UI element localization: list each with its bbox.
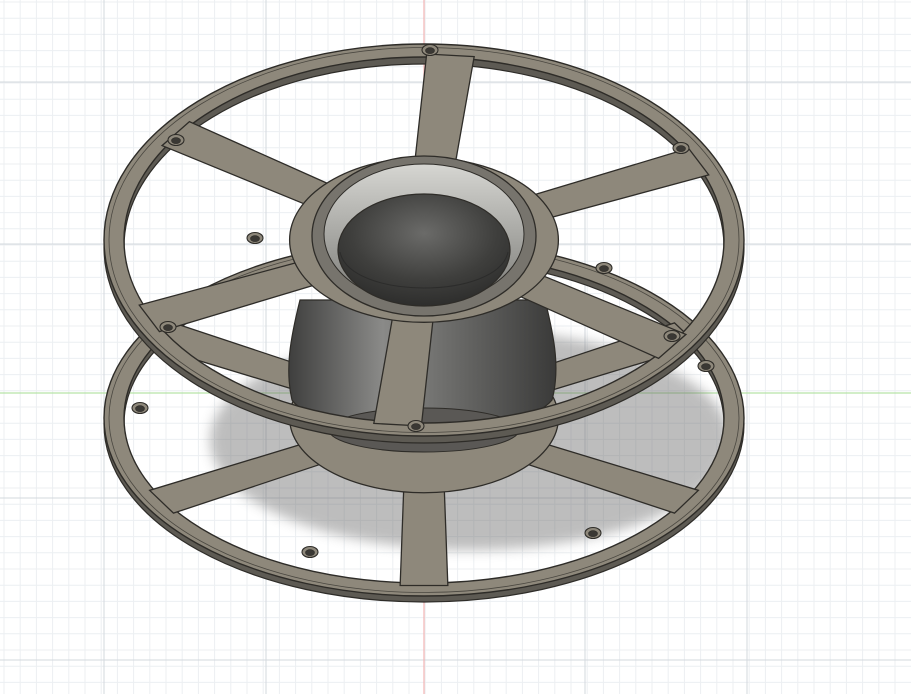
top-flange-hole-3-bore (676, 145, 686, 152)
hub-opening[interactable] (311, 155, 537, 317)
cad-scene[interactable] (0, 0, 911, 694)
top-flange-hole-4-bore (163, 324, 173, 331)
bottom-flange-hole-6-bore (599, 265, 609, 272)
bottom-flange-hole-5-bore (588, 530, 598, 537)
top-flange-hole-6-bore (411, 423, 421, 430)
hub-bore[interactable] (337, 193, 511, 307)
top-flange-hole-2-bore (171, 137, 181, 144)
top-flange-spoke-2[interactable] (413, 53, 475, 173)
bottom-flange-spoke-5[interactable] (399, 480, 449, 587)
bottom-flange-hole-2-bore (135, 405, 145, 412)
top-flange-hole-1-bore (425, 47, 435, 54)
top-flange-hole-5-bore (667, 333, 677, 340)
bottom-flange-hole-1-bore (250, 235, 260, 242)
bottom-flange-hole-4-bore (305, 549, 315, 556)
bottom-flange-hole-3-bore (701, 363, 711, 370)
3d-viewport-canvas[interactable] (0, 0, 911, 694)
